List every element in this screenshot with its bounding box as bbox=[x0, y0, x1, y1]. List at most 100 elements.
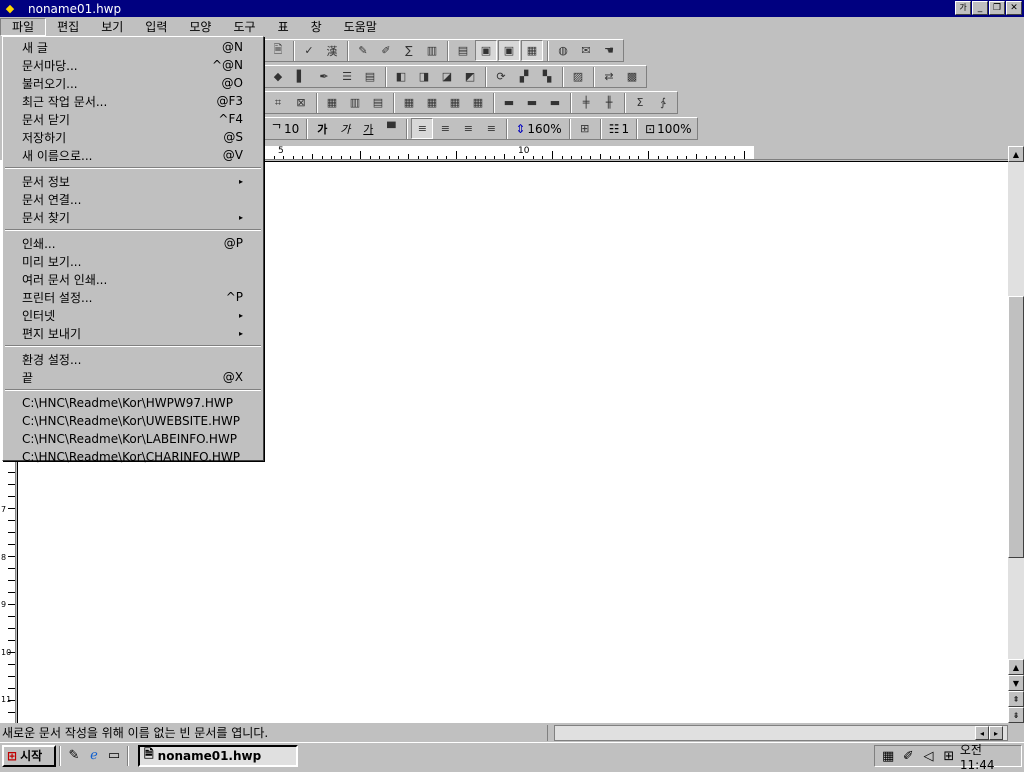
menu-item[interactable]: 프린터 설정... ^P bbox=[3, 288, 263, 306]
menu-item[interactable]: C:\HNC\Readme\Kor\HWPW97.HWP bbox=[3, 394, 263, 412]
align-icon[interactable]: ▞ bbox=[513, 66, 535, 87]
grid-icon[interactable]: ⊞ bbox=[574, 118, 596, 139]
scroll-up-icon[interactable]: ▲ bbox=[1008, 146, 1024, 162]
hanja-icon[interactable]: 漢 bbox=[321, 40, 343, 61]
ungroup-icon[interactable]: ◩ bbox=[459, 66, 481, 87]
char-color-icon[interactable]: ▀ bbox=[380, 118, 402, 139]
menu-item[interactable]: 미리 보기... bbox=[3, 252, 263, 270]
align-center-icon[interactable]: ≡ bbox=[457, 118, 479, 139]
menu-item[interactable]: 끝 @X bbox=[3, 368, 263, 386]
scroll-thumb[interactable] bbox=[1008, 296, 1024, 558]
insert-row-icon[interactable]: ▦ bbox=[321, 92, 343, 113]
layout-icon-2[interactable]: ▣ bbox=[498, 40, 520, 61]
next-page-icon[interactable]: ⇟ bbox=[1008, 707, 1024, 723]
menu-insert[interactable]: 입력 bbox=[134, 18, 178, 36]
document-icon[interactable]: 🗎 bbox=[267, 40, 289, 61]
menu-item[interactable]: 환경 설정... bbox=[3, 350, 263, 368]
menu-tools[interactable]: 도구 bbox=[222, 18, 266, 36]
network-icon[interactable]: ⊞ bbox=[940, 746, 958, 766]
menu-item[interactable]: 여러 문서 인쇄... bbox=[3, 270, 263, 288]
page-down-icon[interactable]: ▼ bbox=[1008, 675, 1024, 691]
menu-item[interactable]: 문서 연결... bbox=[3, 190, 263, 208]
menu-item[interactable]: 문서마당... ^@N bbox=[3, 56, 263, 74]
mail-icon[interactable]: ✉ bbox=[575, 40, 597, 61]
globe-icon[interactable]: ◍ bbox=[552, 40, 574, 61]
paint-icon[interactable]: ✒ bbox=[313, 66, 335, 87]
scroll-right-icon[interactable]: ▸ bbox=[989, 726, 1003, 740]
zoom-box[interactable]: ⊡ 100% bbox=[641, 122, 695, 136]
table-icon-4[interactable]: ▦ bbox=[467, 92, 489, 113]
merge-icon-3[interactable]: ▬ bbox=[544, 92, 566, 113]
pen-icon[interactable]: ✐ bbox=[375, 40, 397, 61]
prev-page-icon[interactable]: ⇞ bbox=[1008, 691, 1024, 707]
italic-button[interactable]: 가 bbox=[334, 118, 356, 139]
page-up-icon[interactable]: ▲ bbox=[1008, 659, 1024, 675]
form-icon[interactable]: ▤ bbox=[452, 40, 474, 61]
tray-pen-icon[interactable]: ✐ bbox=[899, 746, 917, 766]
page-icon[interactable]: ▤ bbox=[359, 66, 381, 87]
cell-icon[interactable]: ⌗ bbox=[267, 92, 289, 113]
bold-button[interactable]: 가 bbox=[311, 118, 333, 139]
delete-row-icon[interactable]: ▤ bbox=[367, 92, 389, 113]
close-button[interactable]: ✕ bbox=[1006, 1, 1022, 15]
menu-table[interactable]: 표 bbox=[267, 18, 300, 36]
menu-item[interactable]: 문서 찾기 ▸ bbox=[3, 208, 263, 226]
shape-icon[interactable]: ◆ bbox=[267, 66, 289, 87]
align-left-icon[interactable]: ≡ bbox=[434, 118, 456, 139]
color-icon[interactable]: ▩ bbox=[621, 66, 643, 87]
table-icon-3[interactable]: ▦ bbox=[444, 92, 466, 113]
merge-icon-1[interactable]: ▬ bbox=[498, 92, 520, 113]
menu-help[interactable]: 도움말 bbox=[333, 18, 388, 36]
clock[interactable]: 오전 11:44 bbox=[960, 741, 1021, 772]
spell-check-icon[interactable]: ✓ bbox=[298, 40, 320, 61]
minimize-button[interactable]: _ bbox=[972, 1, 988, 15]
bring-front-icon[interactable]: ◧ bbox=[390, 66, 412, 87]
menu-item[interactable]: 저장하기 @S bbox=[3, 128, 263, 146]
menu-file[interactable]: 파일 bbox=[0, 18, 47, 36]
lines-icon[interactable]: ☰ bbox=[336, 66, 358, 87]
rotate-icon[interactable]: ⟳ bbox=[490, 66, 512, 87]
flip-icon[interactable]: ⇄ bbox=[598, 66, 620, 87]
menu-window[interactable]: 창 bbox=[300, 18, 333, 36]
menu-item[interactable]: C:\HNC\Readme\Kor\UWEBSITE.HWP bbox=[3, 412, 263, 430]
sum-icon[interactable]: Σ bbox=[629, 92, 651, 113]
horizontal-scrollbar[interactable]: ◂ ▸ bbox=[554, 725, 1008, 741]
formula-calc-icon[interactable]: ∱ bbox=[652, 92, 674, 113]
menu-item[interactable]: 편지 보내기 ▸ bbox=[3, 324, 263, 342]
distribute-icon[interactable]: ▚ bbox=[536, 66, 558, 87]
menu-item[interactable]: 인터넷 ▸ bbox=[3, 306, 263, 324]
insert-col-icon[interactable]: ▥ bbox=[344, 92, 366, 113]
layout-icon-1[interactable]: ▣ bbox=[475, 40, 497, 61]
menu-item[interactable]: 새 이름으로... @V bbox=[3, 146, 263, 164]
cell-clear-icon[interactable]: ⊠ bbox=[290, 92, 312, 113]
taskbar-window-button[interactable]: 🗎 noname01.hwp bbox=[138, 744, 298, 767]
menu-item[interactable]: 새 글 @N bbox=[3, 38, 263, 56]
volume-icon[interactable]: ◁ bbox=[919, 746, 937, 766]
quicklaunch-edit-icon[interactable]: ✎ bbox=[64, 746, 84, 766]
font-size-box[interactable]: ᄀ 10 bbox=[267, 120, 303, 137]
menu-view[interactable]: 보기 bbox=[90, 18, 134, 36]
layout-icon-3[interactable]: ▦ bbox=[521, 40, 543, 61]
menu-format[interactable]: 모양 bbox=[178, 18, 222, 36]
align-justify-icon[interactable]: ≡ bbox=[411, 118, 434, 139]
vertical-scrollbar[interactable]: ▲ ▲ ▼ ⇞ ⇟ bbox=[1008, 146, 1024, 723]
menu-item[interactable]: 최근 작업 문서... @F3 bbox=[3, 92, 263, 110]
line-spacing-box[interactable]: ⇕ 160% bbox=[511, 122, 565, 136]
menu-item[interactable]: 문서 닫기 ^F4 bbox=[3, 110, 263, 128]
scroll-left-icon[interactable]: ◂ bbox=[975, 726, 989, 740]
horizontal-ruler[interactable]: 5 10 bbox=[264, 146, 754, 160]
send-back-icon[interactable]: ◨ bbox=[413, 66, 435, 87]
table-icon-1[interactable]: ▦ bbox=[398, 92, 420, 113]
table-icon-2[interactable]: ▦ bbox=[421, 92, 443, 113]
menu-item[interactable]: 문서 정보 ▸ bbox=[3, 172, 263, 190]
columns-box[interactable]: ☷ 1 bbox=[605, 122, 633, 136]
merge-icon-2[interactable]: ▬ bbox=[521, 92, 543, 113]
align-right-icon[interactable]: ≡ bbox=[480, 118, 502, 139]
menu-item[interactable]: 불러오기... @O bbox=[3, 74, 263, 92]
group-icon[interactable]: ◪ bbox=[436, 66, 458, 87]
start-button[interactable]: ⊞ 시작 bbox=[2, 744, 56, 767]
chart-icon[interactable]: ▥ bbox=[421, 40, 443, 61]
hand-icon[interactable]: ☚ bbox=[598, 40, 620, 61]
split-icon-2[interactable]: ╫ bbox=[598, 92, 620, 113]
formula-icon[interactable]: ∑ bbox=[398, 40, 420, 61]
